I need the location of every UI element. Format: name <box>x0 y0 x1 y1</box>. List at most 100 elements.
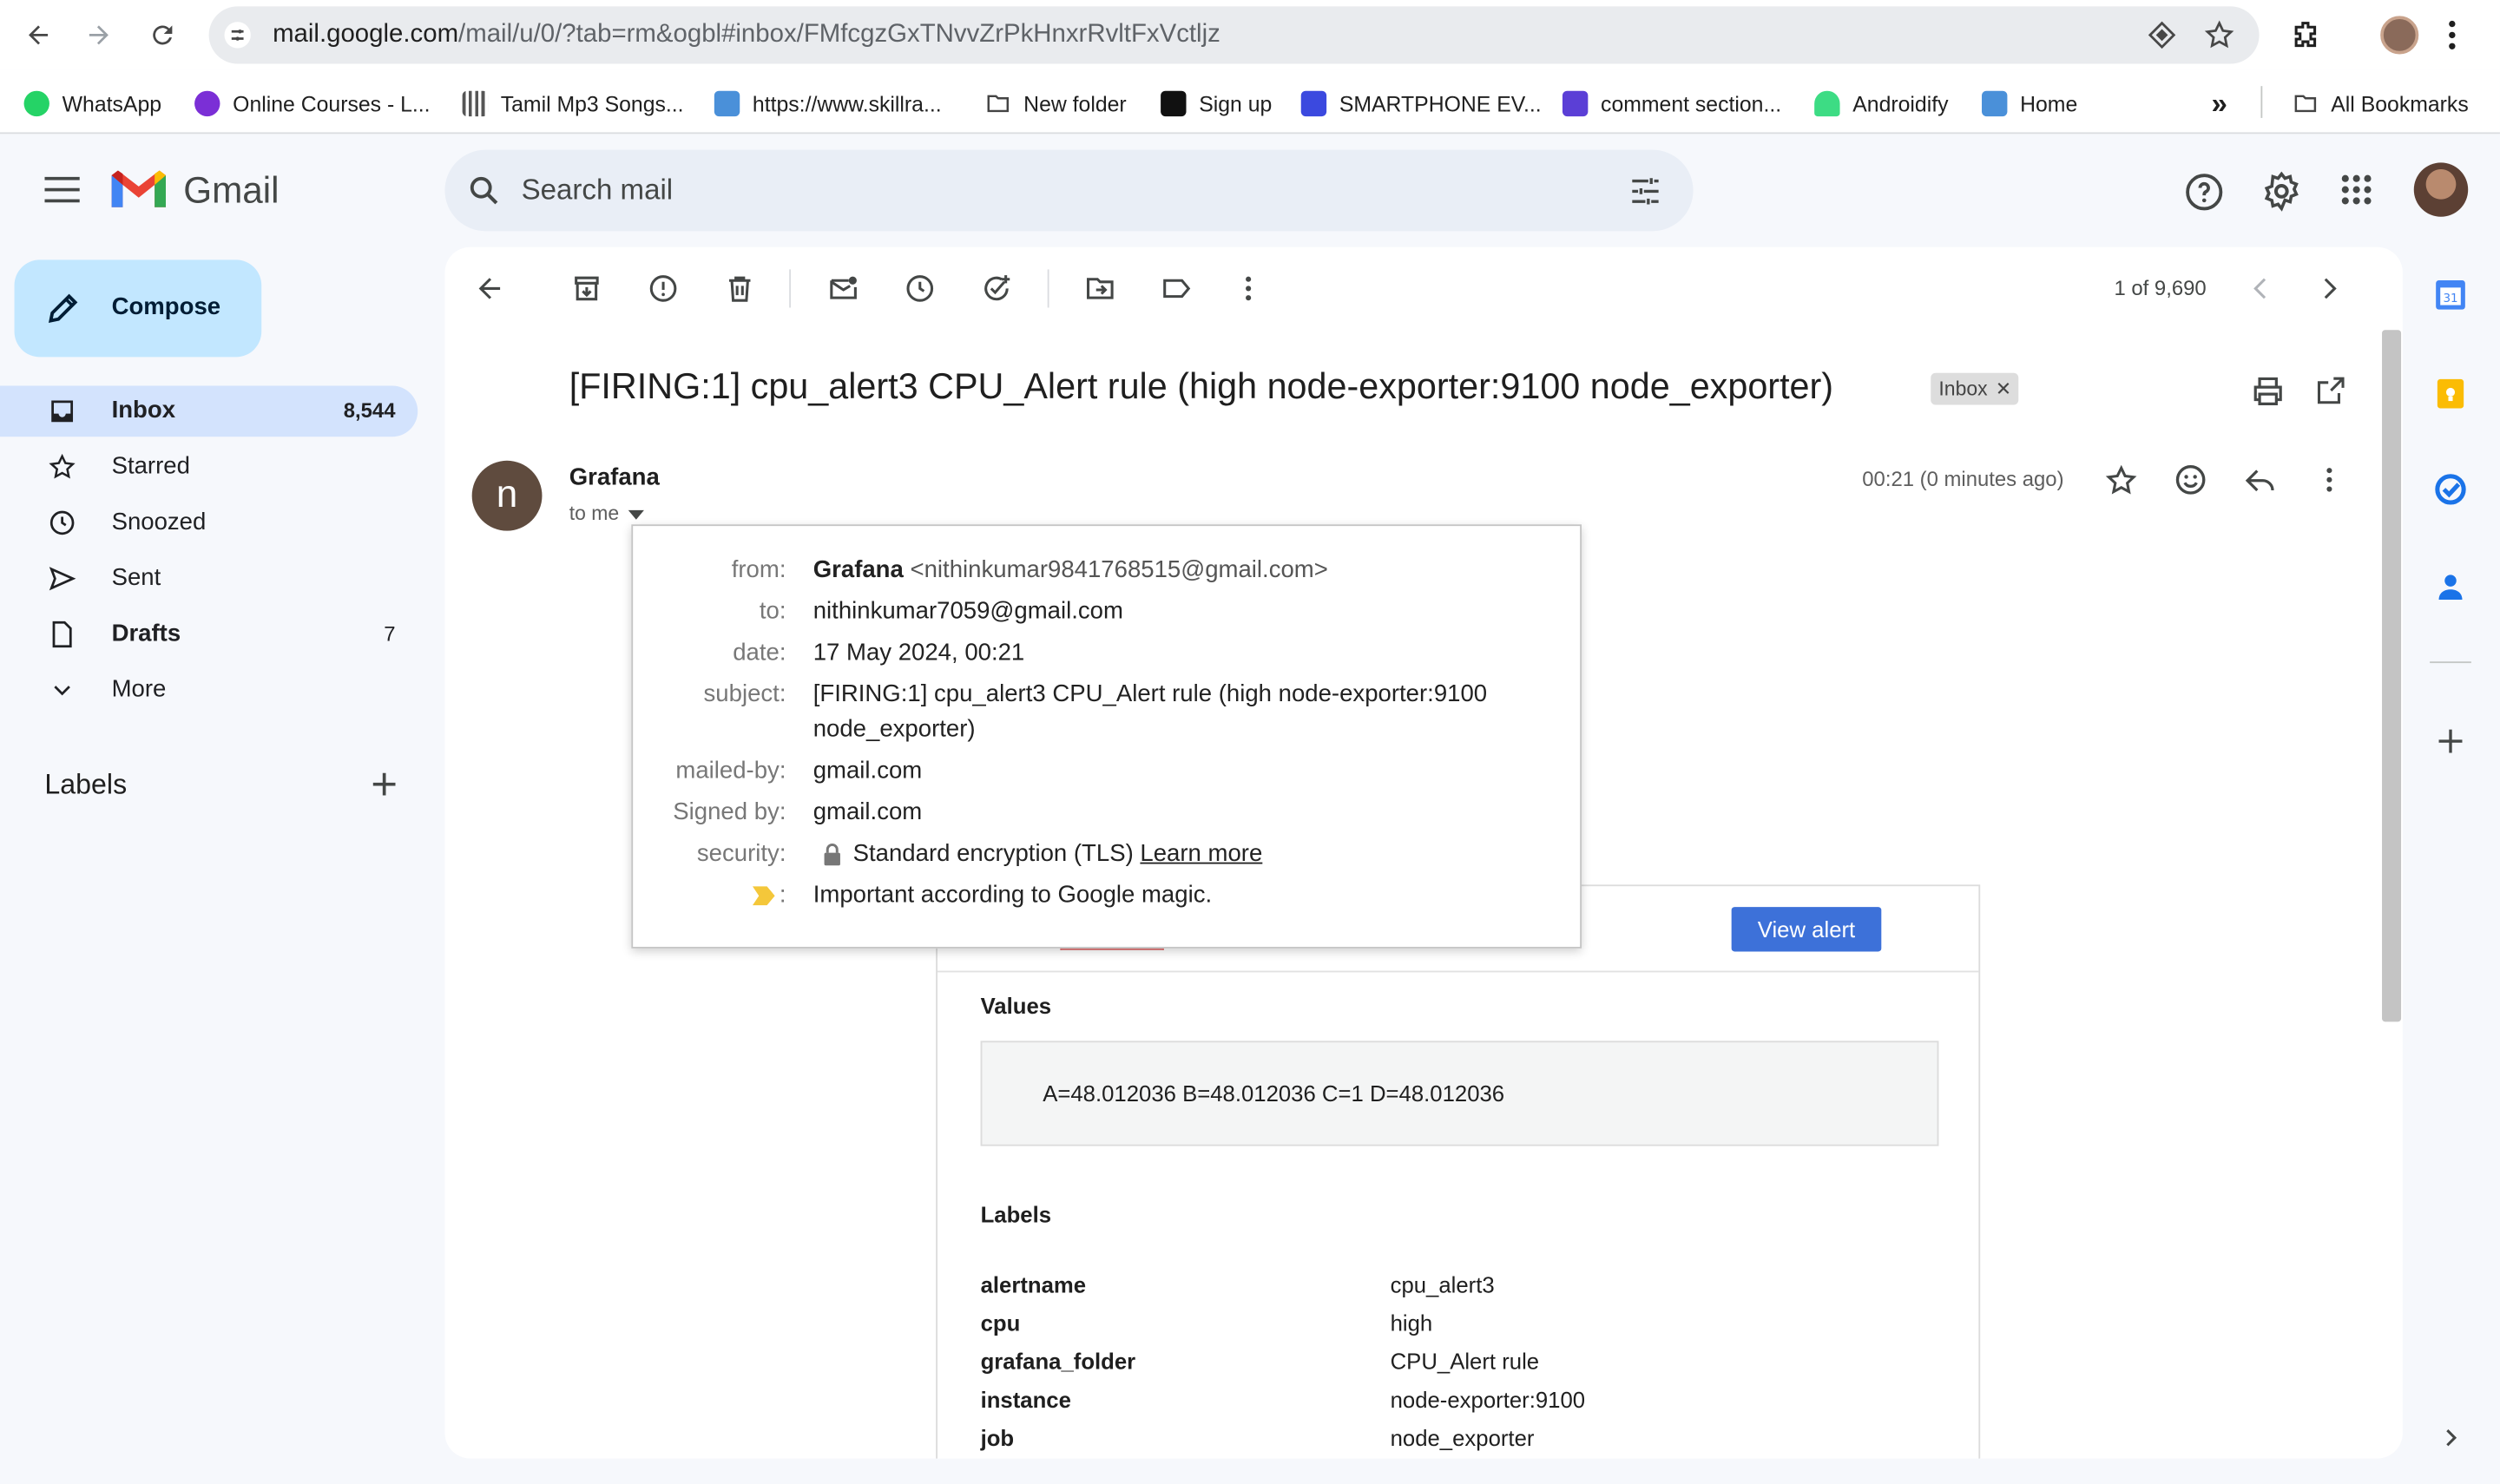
nav-item-sent[interactable]: Sent <box>0 553 418 604</box>
sender-avatar: n <box>471 460 543 531</box>
account-avatar[interactable] <box>2413 162 2469 217</box>
to-key: to: <box>759 597 786 625</box>
message-details-popup: from: Grafana <nithinkumar9841768515@gma… <box>631 524 1582 949</box>
tasks-icon[interactable] <box>2433 472 2468 507</box>
newer-chevron-left-icon[interactable] <box>2245 273 2277 305</box>
settings-gear-icon[interactable] <box>2260 171 2302 213</box>
move-to-folder-icon[interactable] <box>1084 273 1116 305</box>
profile-avatar[interactable] <box>2380 16 2419 55</box>
bookmark-sign-up[interactable]: Sign up <box>1161 89 1272 118</box>
search-input[interactable]: Search mail <box>522 174 674 207</box>
bookmark-tamil-mp3[interactable]: Tamil Mp3 Songs... <box>462 89 684 118</box>
label-tag-icon[interactable] <box>1161 273 1193 305</box>
labels-heading: Labels <box>980 1201 1052 1228</box>
back-to-inbox-icon[interactable] <box>473 273 505 305</box>
search-bar[interactable]: Search mail <box>444 149 1694 232</box>
snooze-clock-icon[interactable] <box>904 273 936 305</box>
bookmark-new-folder[interactable]: New folder <box>985 89 1127 118</box>
gmail-logo-icon[interactable] <box>111 169 167 211</box>
inbox-label-chip[interactable]: Inbox ✕ <box>1931 372 2018 405</box>
open-new-window-icon[interactable] <box>2315 375 2347 407</box>
all-bookmarks[interactable]: All Bookmarks <box>2293 89 2469 118</box>
from-key: from: <box>731 556 786 584</box>
nav-item-starred[interactable]: Starred <box>0 442 418 493</box>
url-text: mail.google.com/mail/u/0/?tab=rm&ogbl#in… <box>273 21 1220 49</box>
calendar-icon[interactable]: 31 <box>2433 278 2468 312</box>
compose-button[interactable]: Compose <box>14 259 262 358</box>
label-key: job <box>980 1425 1015 1451</box>
print-icon[interactable] <box>2251 375 2285 409</box>
nav-label: Snoozed <box>111 508 207 536</box>
older-chevron-right-icon[interactable] <box>2313 273 2345 305</box>
more-options-icon[interactable] <box>1233 273 1265 305</box>
expand-side-panel-chevron-icon[interactable] <box>2438 1425 2463 1450</box>
url-host: mail.google.com <box>273 20 459 49</box>
add-task-icon[interactable] <box>981 273 1013 305</box>
emoji-reaction-icon[interactable] <box>2173 463 2207 497</box>
bookmark-home[interactable]: Home <box>1982 89 2077 118</box>
label-key: instance <box>980 1386 1071 1413</box>
clock-icon <box>49 510 75 535</box>
reload-button[interactable] <box>141 15 183 56</box>
add-label-plus-icon[interactable] <box>370 770 398 798</box>
important-value: Important according to Google magic. <box>812 881 1213 909</box>
sender-name[interactable]: Grafana <box>569 463 660 490</box>
bookmark-androidify[interactable]: Androidify <box>1814 89 1949 118</box>
forward-button[interactable] <box>78 15 120 56</box>
archive-icon[interactable] <box>571 273 603 305</box>
bookmark-online-courses[interactable]: Online Courses - L... <box>194 89 431 118</box>
nav-label: Starred <box>111 452 190 480</box>
nav-item-drafts[interactable]: Drafts 7 <box>0 609 418 660</box>
report-spam-icon[interactable] <box>648 273 680 305</box>
keep-icon[interactable] <box>2433 376 2468 410</box>
importance-marker-icon <box>752 885 775 905</box>
view-alert-button[interactable]: View alert <box>1731 907 1882 952</box>
caret-down-icon <box>628 509 645 520</box>
pagination-text: 1 of 9,690 <box>2114 275 2207 300</box>
browser-menu-icon[interactable] <box>2447 19 2457 51</box>
nav-item-snoozed[interactable]: Snoozed <box>0 497 418 548</box>
star-icon[interactable] <box>2104 463 2138 497</box>
date-key: date: <box>733 639 786 666</box>
address-bar[interactable]: mail.google.com/mail/u/0/?tab=rm&ogbl#in… <box>208 6 2260 64</box>
compose-label: Compose <box>111 292 221 321</box>
values-text: A=48.012036 B=48.012036 C=1 D=48.012036 <box>1043 1080 1505 1106</box>
remove-label-close-icon[interactable]: ✕ <box>1996 378 2011 400</box>
more-bookmarks-chevron-icon[interactable]: » <box>2212 87 2227 119</box>
nav-item-more[interactable]: More <box>0 665 418 716</box>
extensions-icon[interactable] <box>2290 19 2322 51</box>
divider <box>937 970 1979 973</box>
bookmark-skillrack[interactable]: https://www.skillra... <box>714 89 942 118</box>
contacts-icon[interactable] <box>2433 569 2468 604</box>
recipient-toggle[interactable]: to me <box>569 502 645 524</box>
browser-toolbar: mail.google.com/mail/u/0/?tab=rm&ogbl#in… <box>0 0 2500 70</box>
from-name: Grafana <box>812 556 904 584</box>
reply-icon[interactable] <box>2243 463 2277 497</box>
label-key: alertname <box>980 1271 1087 1298</box>
label-value: cpu_alert3 <box>1390 1271 1495 1298</box>
bookmark-smartphone[interactable]: SMARTPHONE EV... <box>1300 89 1542 118</box>
google-apps-icon[interactable] <box>2340 174 2372 206</box>
delete-trash-icon[interactable] <box>724 273 756 305</box>
security-text: Standard encryption (TLS) <box>852 839 1134 868</box>
get-addons-plus-icon[interactable] <box>2433 724 2468 758</box>
email-timestamp: 00:21 (0 minutes ago) <box>1862 467 2064 491</box>
search-options-icon[interactable] <box>1628 174 1662 208</box>
whatsapp-icon <box>23 90 49 117</box>
reload-icon <box>153 25 173 45</box>
mark-unread-icon[interactable] <box>827 273 859 305</box>
lens-icon[interactable] <box>2148 21 2176 49</box>
message-more-icon[interactable] <box>2313 463 2345 496</box>
mailed-by-value: gmail.com <box>812 757 923 785</box>
learn-more-link[interactable]: Learn more <box>1140 840 1262 867</box>
help-icon[interactable] <box>2184 172 2224 212</box>
bookmark-whatsapp[interactable]: WhatsApp <box>23 89 161 118</box>
bookmark-star-icon[interactable] <box>2203 19 2235 51</box>
bookmark-comment[interactable]: comment section... <box>1562 89 1781 118</box>
back-button[interactable] <box>17 15 59 56</box>
nav-count: 8,544 <box>343 398 396 423</box>
main-menu-icon[interactable] <box>44 174 80 206</box>
rail-divider <box>2430 661 2471 664</box>
scrollbar-thumb[interactable] <box>2382 330 2402 1022</box>
nav-item-inbox[interactable]: Inbox 8,544 <box>0 385 418 437</box>
